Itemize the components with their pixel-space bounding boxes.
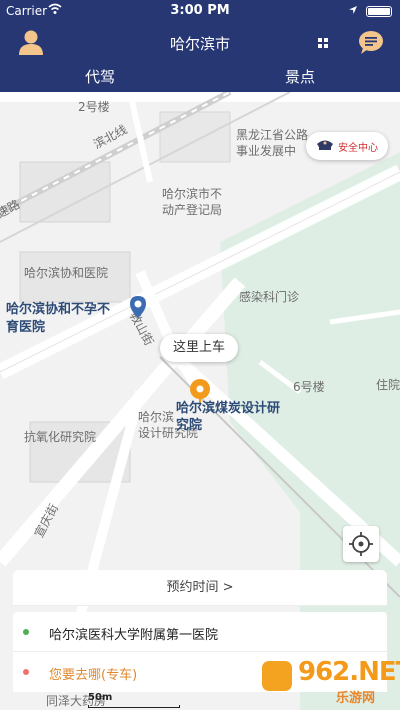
message-button[interactable] bbox=[357, 29, 385, 55]
recenter-location-button[interactable] bbox=[343, 526, 379, 562]
clock: 3:00 PM bbox=[170, 3, 230, 18]
map-label: 6号楼 bbox=[293, 380, 325, 394]
tab-designated-driver[interactable]: 代驾 bbox=[0, 66, 200, 87]
grid-icon bbox=[318, 38, 328, 48]
watermark-logo-icon bbox=[262, 661, 292, 691]
tab-scenic-spots[interactable]: 景点 bbox=[200, 66, 400, 87]
destination-placeholder: 您要去哪(专车) bbox=[49, 668, 138, 683]
map-label: 2号楼 bbox=[78, 100, 110, 114]
watermark-brand: 962.NET bbox=[298, 657, 400, 687]
destination-dot-icon bbox=[23, 669, 29, 675]
poi-label[interactable]: 哈尔滨协和不孕不 bbox=[6, 298, 110, 317]
top-bar: Carrier 3:00 PM 哈尔滨市 代驾 景点 bbox=[0, 0, 400, 92]
start-address-text: 哈尔滨医科大学附属第一医院 bbox=[49, 628, 219, 643]
chat-bubble-icon bbox=[359, 31, 383, 54]
start-dot-icon bbox=[23, 629, 29, 635]
map-label: 哈尔滨协和医院 bbox=[24, 266, 109, 280]
map-label: 动产登记局 bbox=[162, 203, 223, 217]
battery-icon bbox=[366, 6, 392, 17]
header: 哈尔滨市 bbox=[0, 22, 400, 62]
map-label: 住院 bbox=[376, 378, 400, 392]
safety-center-label: 安全中心 bbox=[338, 143, 378, 154]
reserve-time-button[interactable]: 预约时间 > bbox=[13, 570, 387, 606]
map-label: 哈尔滨 bbox=[138, 410, 175, 424]
poi-label[interactable]: 育医院 bbox=[6, 316, 45, 335]
map-label: 抗氧化研究院 bbox=[24, 430, 97, 444]
start-address-row[interactable]: 哈尔滨医科大学附属第一医院 bbox=[13, 612, 387, 652]
location-arrow-icon bbox=[348, 4, 358, 18]
map-scale-label: 50m bbox=[88, 692, 113, 703]
pickup-here-bubble[interactable]: 这里上车 bbox=[160, 334, 238, 362]
map-label: 事业发展中 bbox=[236, 144, 297, 158]
watermark: 962.NET 乐游网 bbox=[262, 655, 400, 707]
watermark-subtitle: 乐游网 bbox=[336, 691, 376, 706]
city-title[interactable]: 哈尔滨市 bbox=[0, 33, 400, 54]
menu-grid-button[interactable] bbox=[316, 35, 330, 49]
status-bar: Carrier 3:00 PM bbox=[0, 0, 400, 22]
poi-label[interactable]: 究院 bbox=[176, 414, 202, 433]
safety-center-button[interactable]: 安全中心 bbox=[306, 132, 388, 160]
map-label: 感染科门诊 bbox=[239, 290, 300, 304]
hospital-pin-icon[interactable] bbox=[130, 296, 146, 322]
crosshair-icon bbox=[349, 532, 373, 556]
map-label: 黑龙江省公路 bbox=[236, 128, 309, 142]
map-label: 哈尔滨市不 bbox=[162, 187, 223, 201]
tab-bar: 代驾 景点 bbox=[0, 62, 400, 92]
map-scale-bar bbox=[88, 705, 180, 708]
police-cap-icon bbox=[316, 138, 334, 155]
